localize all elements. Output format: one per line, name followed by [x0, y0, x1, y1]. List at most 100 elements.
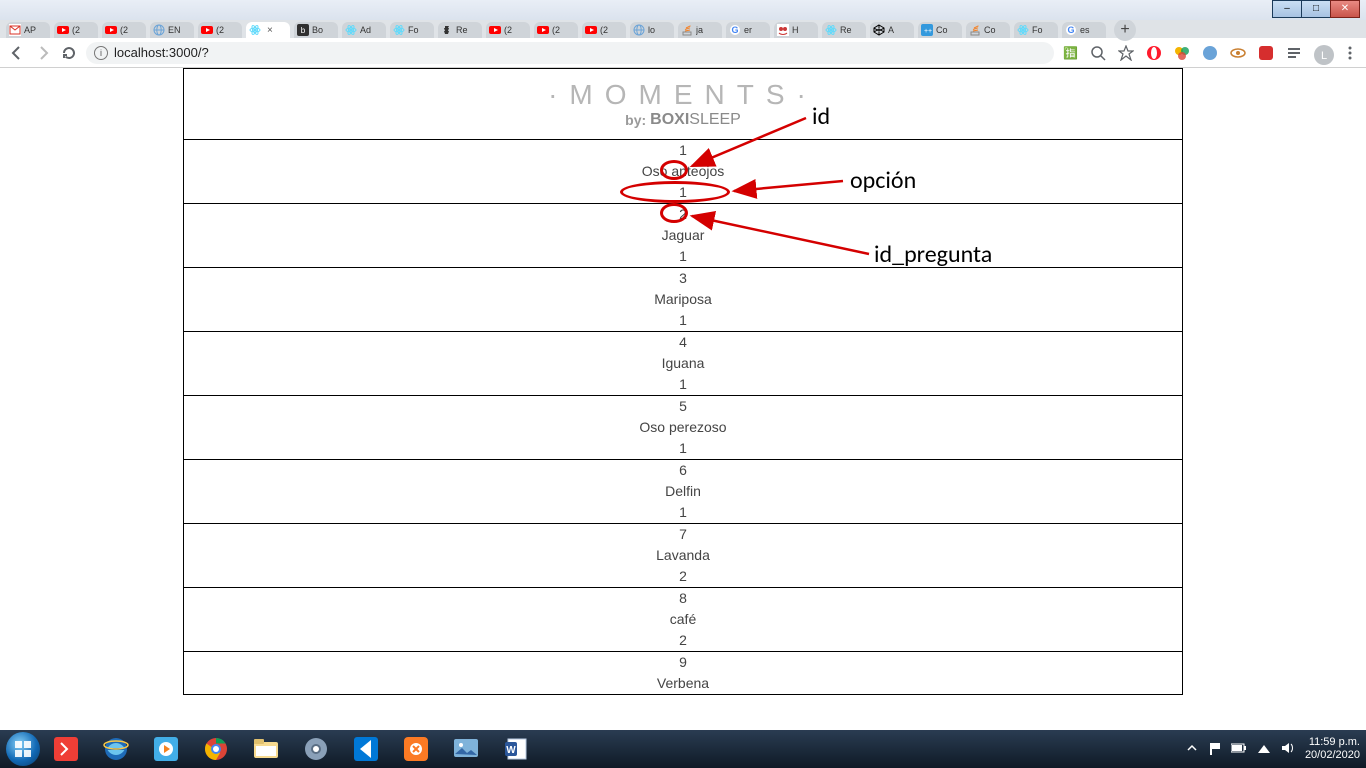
browser-tab[interactable]: × [246, 22, 290, 38]
browser-tab[interactable]: ++Co [918, 22, 962, 38]
taskbar-app-photos[interactable] [442, 733, 490, 765]
google-icon: G [1065, 24, 1077, 36]
tray-clock[interactable]: 11:59 p.m. 20/02/2020 [1305, 736, 1360, 762]
browser-tab[interactable]: (2 [486, 22, 530, 38]
tab-label: Fo [1032, 25, 1043, 35]
window-minimize-button[interactable]: – [1272, 0, 1302, 18]
cell-id: 8 [679, 588, 687, 609]
logo-brand-a: BOXI [650, 111, 689, 128]
cplus-icon: ++ [921, 24, 933, 36]
reload-button[interactable] [60, 44, 78, 62]
cell-opcion: café [670, 609, 696, 630]
tray-flag-icon[interactable] [1207, 741, 1221, 758]
new-tab-button[interactable]: + [1114, 19, 1136, 41]
browser-tab[interactable]: H [774, 22, 818, 38]
react-icon [393, 24, 405, 36]
translate-icon[interactable]: 🈯 [1062, 45, 1078, 61]
browser-tab[interactable]: Re [438, 22, 482, 38]
forward-button[interactable] [34, 44, 52, 62]
address-bar[interactable]: i localhost:3000/? [86, 42, 1054, 64]
browser-tab[interactable]: EN [150, 22, 194, 38]
npm-icon [777, 24, 789, 36]
cell-id: 6 [679, 460, 687, 481]
window-close-button[interactable]: ✕ [1330, 0, 1360, 18]
table-row: 6Delfin1 [184, 460, 1183, 524]
reading-list-icon[interactable] [1286, 45, 1302, 61]
browser-tab[interactable]: Ad [342, 22, 386, 38]
taskbar-app-explorer[interactable] [242, 733, 290, 765]
taskbar-app-chrome[interactable] [192, 733, 240, 765]
tab-close-icon[interactable]: × [267, 25, 273, 36]
browser-tab[interactable]: (2 [582, 22, 626, 38]
extension-eye-icon[interactable] [1230, 45, 1246, 61]
zoom-icon[interactable] [1090, 45, 1106, 61]
cell-id-pregunta: 2 [679, 566, 687, 587]
browser-tab[interactable]: bBo [294, 22, 338, 38]
react-icon [825, 24, 837, 36]
tray-sound-icon[interactable] [1281, 742, 1295, 757]
chrome-menu-icon[interactable] [1342, 45, 1358, 61]
tray-arrow-icon[interactable] [1187, 743, 1197, 756]
tab-label: lo [648, 25, 655, 35]
taskbar-app-ie[interactable] [92, 733, 140, 765]
browser-tab[interactable]: ja [678, 22, 722, 38]
browser-tab[interactable]: Re [822, 22, 866, 38]
taskbar-app-word[interactable]: W [492, 733, 540, 765]
start-button[interactable] [6, 732, 40, 766]
page-viewport[interactable]: ·MOMENTS· by: BOXISLEEP 1Oso anteojos12J… [0, 68, 1366, 730]
browser-tab[interactable]: Co [966, 22, 1010, 38]
logo-by: by: [625, 112, 646, 128]
youtube-icon [537, 24, 549, 36]
taskbar-app-xampp[interactable] [392, 733, 440, 765]
browser-tab[interactable]: (2 [534, 22, 578, 38]
browser-tab[interactable]: (2 [54, 22, 98, 38]
youtube-icon [489, 24, 501, 36]
cell-opcion: Oso perezoso [639, 417, 726, 438]
star-icon[interactable] [1118, 45, 1134, 61]
tab-label: Co [984, 25, 996, 35]
site-info-icon[interactable]: i [94, 46, 108, 60]
browser-tab[interactable]: Fo [1014, 22, 1058, 38]
tab-label: Ad [360, 25, 371, 35]
tab-label: (2 [504, 25, 512, 35]
table-row: 2Jaguar1 [184, 204, 1183, 268]
extension-adblock-icon[interactable] [1258, 45, 1274, 61]
profile-avatar[interactable]: L [1314, 45, 1330, 61]
react-icon [1017, 24, 1029, 36]
google-icon: G [729, 24, 741, 36]
browser-tab[interactable]: Ger [726, 22, 770, 38]
extension-earth-icon[interactable] [1202, 45, 1218, 61]
windows-taskbar: W 11:59 p.m. 20/02/2020 [0, 730, 1366, 768]
tab-label: Re [456, 25, 468, 35]
taskbar-app-chromium[interactable] [292, 733, 340, 765]
cell-id-pregunta: 2 [679, 630, 687, 651]
table-row: 1Oso anteojos1 [184, 140, 1183, 204]
taskbar-app-vscode[interactable] [342, 733, 390, 765]
browser-tab[interactable]: A [870, 22, 914, 38]
tray-battery-icon[interactable] [1231, 743, 1247, 756]
table-row: 8café2 [184, 588, 1183, 652]
browser-tab[interactable]: Fo [390, 22, 434, 38]
extension-color-icon[interactable] [1174, 45, 1190, 61]
browser-tab[interactable]: (2 [102, 22, 146, 38]
table-header-logo: ·MOMENTS· by: BOXISLEEP [184, 69, 1183, 140]
tray-network-icon[interactable] [1257, 742, 1271, 757]
tab-label: EN [168, 25, 181, 35]
taskbar-app-anydesk[interactable] [42, 733, 90, 765]
extension-opera-icon[interactable] [1146, 45, 1162, 61]
tab-label: es [1080, 25, 1090, 35]
react-icon [249, 24, 261, 36]
browser-tab[interactable]: AP [6, 22, 50, 38]
svg-text:+: + [928, 28, 932, 35]
window-maximize-button[interactable]: □ [1301, 0, 1331, 18]
browser-tab[interactable]: lo [630, 22, 674, 38]
data-table: ·MOMENTS· by: BOXISLEEP 1Oso anteojos12J… [183, 68, 1183, 695]
back-button[interactable] [8, 44, 26, 62]
taskbar-app-mediaplayer[interactable] [142, 733, 190, 765]
cell-id: 3 [679, 268, 687, 289]
stack-icon [681, 24, 693, 36]
browser-tab[interactable]: (2 [198, 22, 242, 38]
tab-label: (2 [120, 25, 128, 35]
tab-label: AP [24, 25, 36, 35]
browser-tab[interactable]: Ges [1062, 22, 1106, 38]
